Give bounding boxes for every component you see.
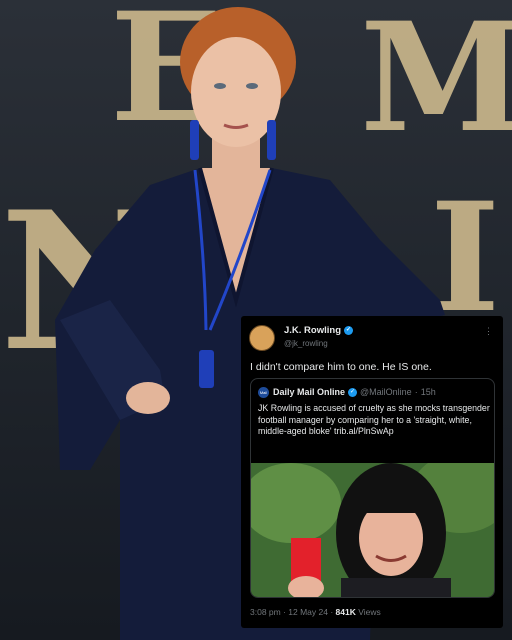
views-count: 841K [335,607,356,617]
tweet-text: I didn't compare him to one. He IS one. [250,361,432,373]
tweet-time[interactable]: 3:08 pm [250,607,281,617]
separator-dot: · [414,387,418,397]
tweet-footer: 3:08 pm · 12 May 24 · 841K Views [250,607,381,617]
quoted-age: 15h [420,387,436,397]
quoted-source-name[interactable]: Daily Mail Online [273,387,345,397]
author-name[interactable]: J.K. Rowling [284,325,341,336]
more-options-icon[interactable]: ⋮ [484,326,493,337]
tweet-card[interactable]: J.K. Rowling ✓ @jk_rowling ⋮ I didn't com… [241,316,503,628]
quoted-source-handle: @MailOnline [360,387,412,397]
quoted-headline: JK Rowling is accused of cruelty as she … [258,403,490,437]
quoted-header: Mail Daily Mail Online ✓ @MailOnline · 15h [258,387,436,399]
author-name-row[interactable]: J.K. Rowling ✓ [284,325,353,336]
verified-badge-icon: ✓ [348,388,358,398]
daily-mail-logo-icon: Mail [258,387,269,399]
author-avatar[interactable] [249,325,275,351]
verified-badge-icon: ✓ [344,325,353,335]
author-handle[interactable]: @jk_rowling [284,339,328,348]
views-label: Views [358,607,381,617]
photo-of-person-holding-red-card [251,463,494,597]
quoted-tweet[interactable]: Mail Daily Mail Online ✓ @MailOnline · 15h JK… [250,378,495,598]
tweet-date[interactable]: 12 May 24 [288,607,328,617]
quoted-image[interactable] [251,463,494,597]
